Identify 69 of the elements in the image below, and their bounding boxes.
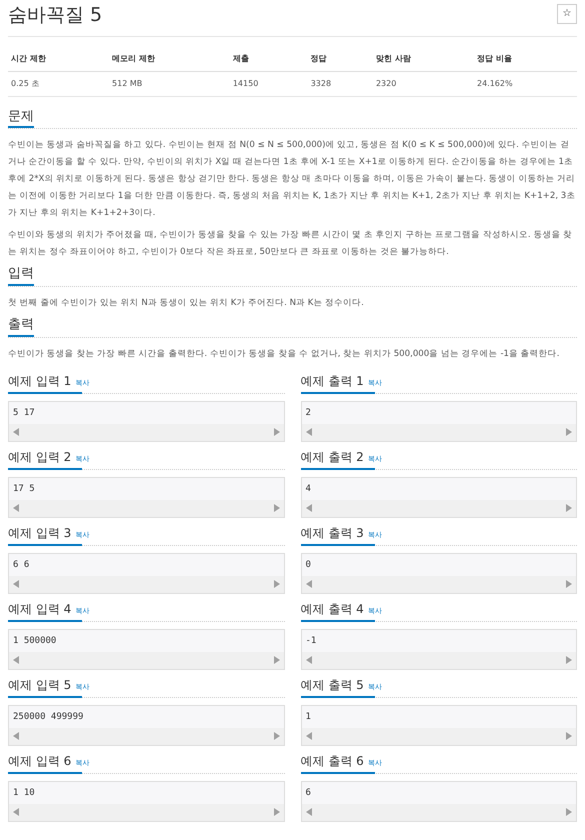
scroll-left-icon[interactable] xyxy=(306,656,312,664)
scroll-left-icon[interactable] xyxy=(306,580,312,588)
table-cell: 512 MB xyxy=(109,71,230,96)
scroll-left-icon[interactable] xyxy=(13,580,19,588)
sample-code: 1 10 xyxy=(12,786,36,800)
sample-code: 6 6 xyxy=(12,558,30,572)
star-button[interactable]: ☆ xyxy=(557,4,577,24)
paragraph: 수빈이가 동생을 찾는 가장 빠른 시간을 출력한다. 수빈이가 동생을 찾을 수 없거나, 찾는 위치가 500,000을 넘는 경우에는 -1을 출력한다. xyxy=(8,348,560,361)
column-header: 시간 제한 xyxy=(8,46,110,72)
scroll-left-icon[interactable] xyxy=(13,504,19,512)
table-cell: 3328 xyxy=(308,71,373,96)
scroll-right-icon[interactable] xyxy=(274,732,280,740)
table-cell: 2320 xyxy=(372,71,474,96)
column-header: 메모리 제한 xyxy=(109,46,230,72)
sample-code: 250000 499999 xyxy=(12,710,84,724)
column-header: 정답 xyxy=(308,46,373,72)
scroll-right-icon[interactable] xyxy=(274,580,280,588)
scroll-right-icon[interactable] xyxy=(566,504,572,512)
section-heading: 출력 xyxy=(8,316,34,337)
example-heading: 예제 입력 3 xyxy=(8,526,72,540)
sample-code: 1 500000 xyxy=(12,634,58,648)
table-cell: 0.25 초 xyxy=(8,71,110,96)
scroll-left-icon[interactable] xyxy=(306,428,312,436)
sample-code: 0 xyxy=(304,558,312,572)
sample-code: 4 xyxy=(304,482,312,496)
example-heading: 예제 출력 1 xyxy=(300,374,364,388)
example-heading: 예제 출력 6 xyxy=(300,754,364,768)
sample-code: 17 5 xyxy=(12,482,36,496)
section-heading: 입력 xyxy=(8,266,34,286)
scroll-right-icon[interactable] xyxy=(274,656,280,664)
scroll-right-icon[interactable] xyxy=(566,656,572,664)
sample-code: 5 17 xyxy=(12,406,36,420)
scroll-left-icon[interactable] xyxy=(13,428,19,436)
sample-code: -1 xyxy=(304,634,318,648)
section-heading: 문제 xyxy=(8,108,34,128)
example-heading: 예제 출력 2 xyxy=(300,450,364,464)
example-heading: 예제 출력 5 xyxy=(300,678,364,692)
table-cell: 14150 xyxy=(230,71,308,96)
scroll-right-icon[interactable] xyxy=(566,428,572,436)
example-heading: 예제 입력 1 xyxy=(8,374,72,388)
example-heading: 예제 출력 4 xyxy=(300,602,364,616)
paragraph: 첫 번째 줄에 수빈이가 있는 위치 N과 동생이 있는 위치 K가 주어진다. N과 K는 정수이다. xyxy=(8,296,365,310)
example-heading: 예제 입력 2 xyxy=(8,450,72,464)
example-heading: 예제 출력 3 xyxy=(300,526,364,540)
example-heading: 예제 입력 5 xyxy=(8,678,72,692)
scroll-left-icon[interactable] xyxy=(13,808,19,816)
example-heading: 예제 입력 6 xyxy=(8,754,72,768)
paragraph: 수빈이와 동생의 위치가 주어졌을 때, 수빈이가 동생을 찾을 수 있는 가장 빠른 시간이 몇 초 후인지 구하는 프로그램을 작성하시오. 동생을 찾는 위치는 정수 좌표이어야 하고, 수빈이가 0보다 작은 좌표로, 50만보다 큰 좌표로 이동하는 것은 불가능하다. xyxy=(8,229,574,260)
scroll-left-icon[interactable] xyxy=(306,808,312,816)
column-header: 맞힌 사람 xyxy=(372,46,474,72)
scroll-left-icon[interactable] xyxy=(306,504,312,512)
scroll-right-icon[interactable] xyxy=(274,808,280,816)
scroll-right-icon[interactable] xyxy=(274,504,280,512)
scroll-left-icon[interactable] xyxy=(306,732,312,740)
scroll-right-icon[interactable] xyxy=(566,732,572,740)
table-cell: 24.162% xyxy=(474,71,577,96)
scroll-left-icon[interactable] xyxy=(13,732,19,740)
column-header: 제출 xyxy=(230,46,308,72)
scroll-right-icon[interactable] xyxy=(566,580,572,588)
sample-code: 1 xyxy=(304,710,312,724)
column-header: 정답 비율 xyxy=(474,46,577,72)
sample-code: 6 xyxy=(304,786,312,800)
problem-title: 숨바꼭질 5 xyxy=(8,4,102,27)
example-heading: 예제 입력 4 xyxy=(8,602,72,616)
scroll-left-icon[interactable] xyxy=(13,656,19,664)
scroll-right-icon[interactable] xyxy=(566,808,572,816)
paragraph: 수빈이는 동생과 숨바꼭질을 하고 있다. 수빈이는 현재 점 N(0 ≤ N ≤ 500,000)에 있고, 동생은 점 K(0 ≤ K ≤ 500,000)에 있다. 수빈이는 걷거나 순간이동을 할 수 있다. 만약, 수빈이의 위치가 X일 때 걷는다면 1초 후에 X-1 또는 X+1로 이동하게 된다. 순간이동을 하는 경우에는 1초 후에 2*X의 위치로 이동하게 된다. 동생은 항상 걷기만 한다. 동생은 항상 매 초마다 이동을 하며, 이동은 가속이 붙는다. 동생이 이동하는 거리는 이전에 이동한 거리보다 1을 더한 만큼 이동한다. 즉, 동생의 처음 위치는 K, 1초가 지난 후 위치는 K+1, 2초가 지난 후 위치는 K+1+2, 3초가 지난 후의 위치는 K+1+2+3이다. xyxy=(8,139,576,220)
sample-code: 2 xyxy=(304,406,312,420)
scroll-right-icon[interactable] xyxy=(274,428,280,436)
